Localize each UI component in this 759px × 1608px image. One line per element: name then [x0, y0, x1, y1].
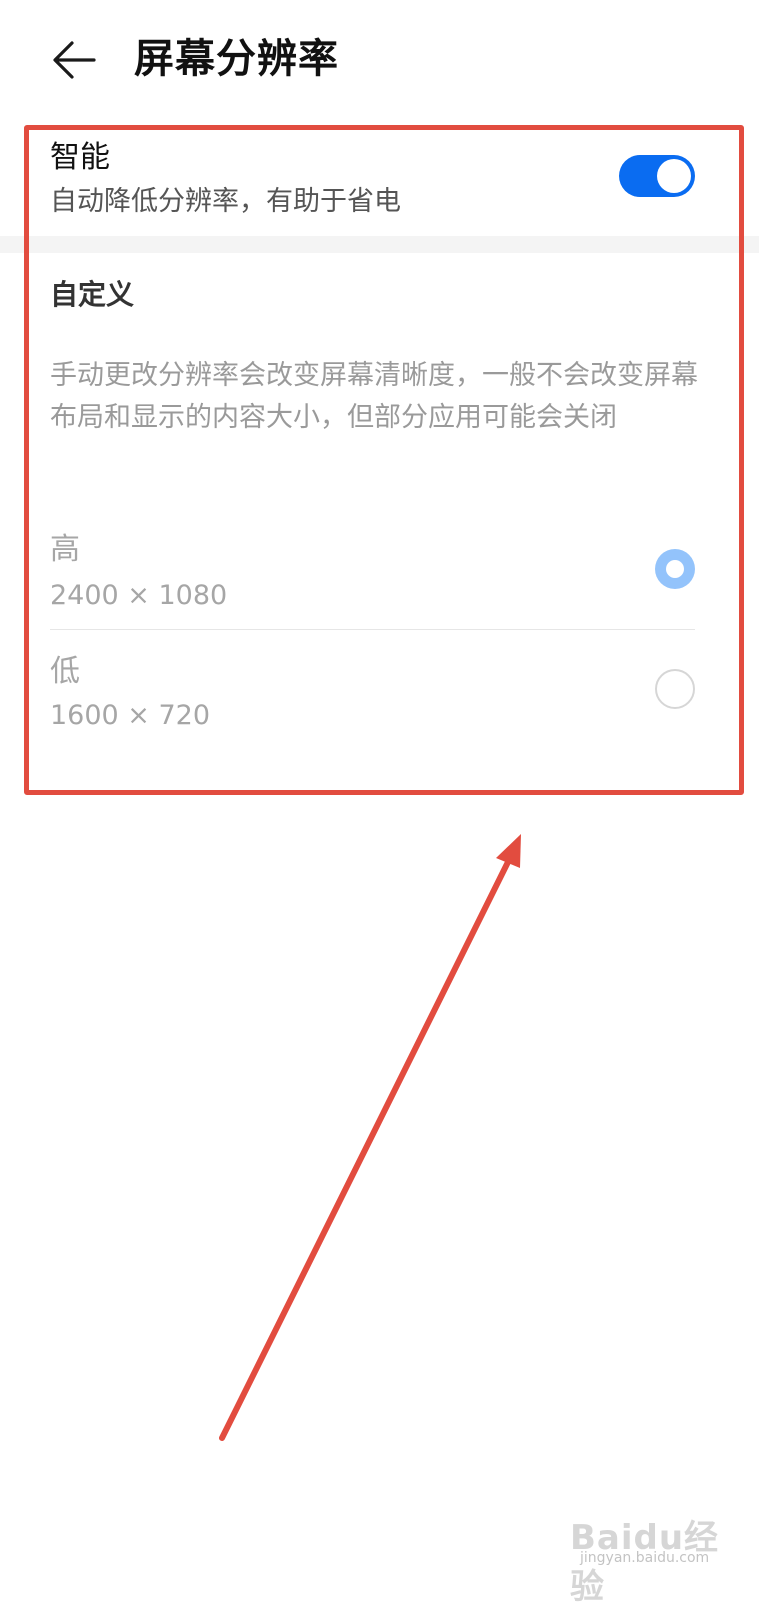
toggle-knob [657, 159, 691, 193]
radio-selected[interactable] [655, 549, 695, 589]
custom-section-header: 自定义 [50, 278, 135, 311]
option-resolution: 1600 × 720 [50, 700, 211, 731]
option-divider [50, 629, 695, 630]
section-divider [0, 236, 759, 253]
custom-section-description: 手动更改分辨率会改变屏幕清晰度，一般不会改变屏幕布局和显示的内容大小，但部分应用… [50, 360, 698, 433]
watermark-logo: Baidu经验 jingyan.baidu.com [570, 1500, 740, 1607]
smart-description: 自动降低分辨率，有助于省电 [50, 186, 401, 217]
smart-toggle[interactable] [619, 155, 695, 197]
smart-resolution-row[interactable]: 智能 自动降低分辨率，有助于省电 [0, 128, 759, 236]
option-label: 低 [50, 654, 80, 689]
watermark-sub: jingyan.baidu.com [580, 1550, 710, 1566]
resolution-option-low[interactable]: 低 1600 × 720 [50, 632, 695, 752]
arrow-left-icon [53, 41, 96, 79]
resolution-option-high[interactable]: 高 2400 × 1080 [50, 512, 695, 632]
option-label: 高 [50, 532, 80, 567]
page-title: 屏幕分辨率 [134, 36, 339, 82]
radio-unselected[interactable] [655, 669, 695, 709]
option-resolution: 2400 × 1080 [50, 580, 228, 611]
back-button[interactable] [44, 32, 104, 88]
radio-dot [666, 560, 684, 578]
app-header: 屏幕分辨率 [0, 0, 759, 120]
smart-title: 智能 [50, 140, 110, 175]
